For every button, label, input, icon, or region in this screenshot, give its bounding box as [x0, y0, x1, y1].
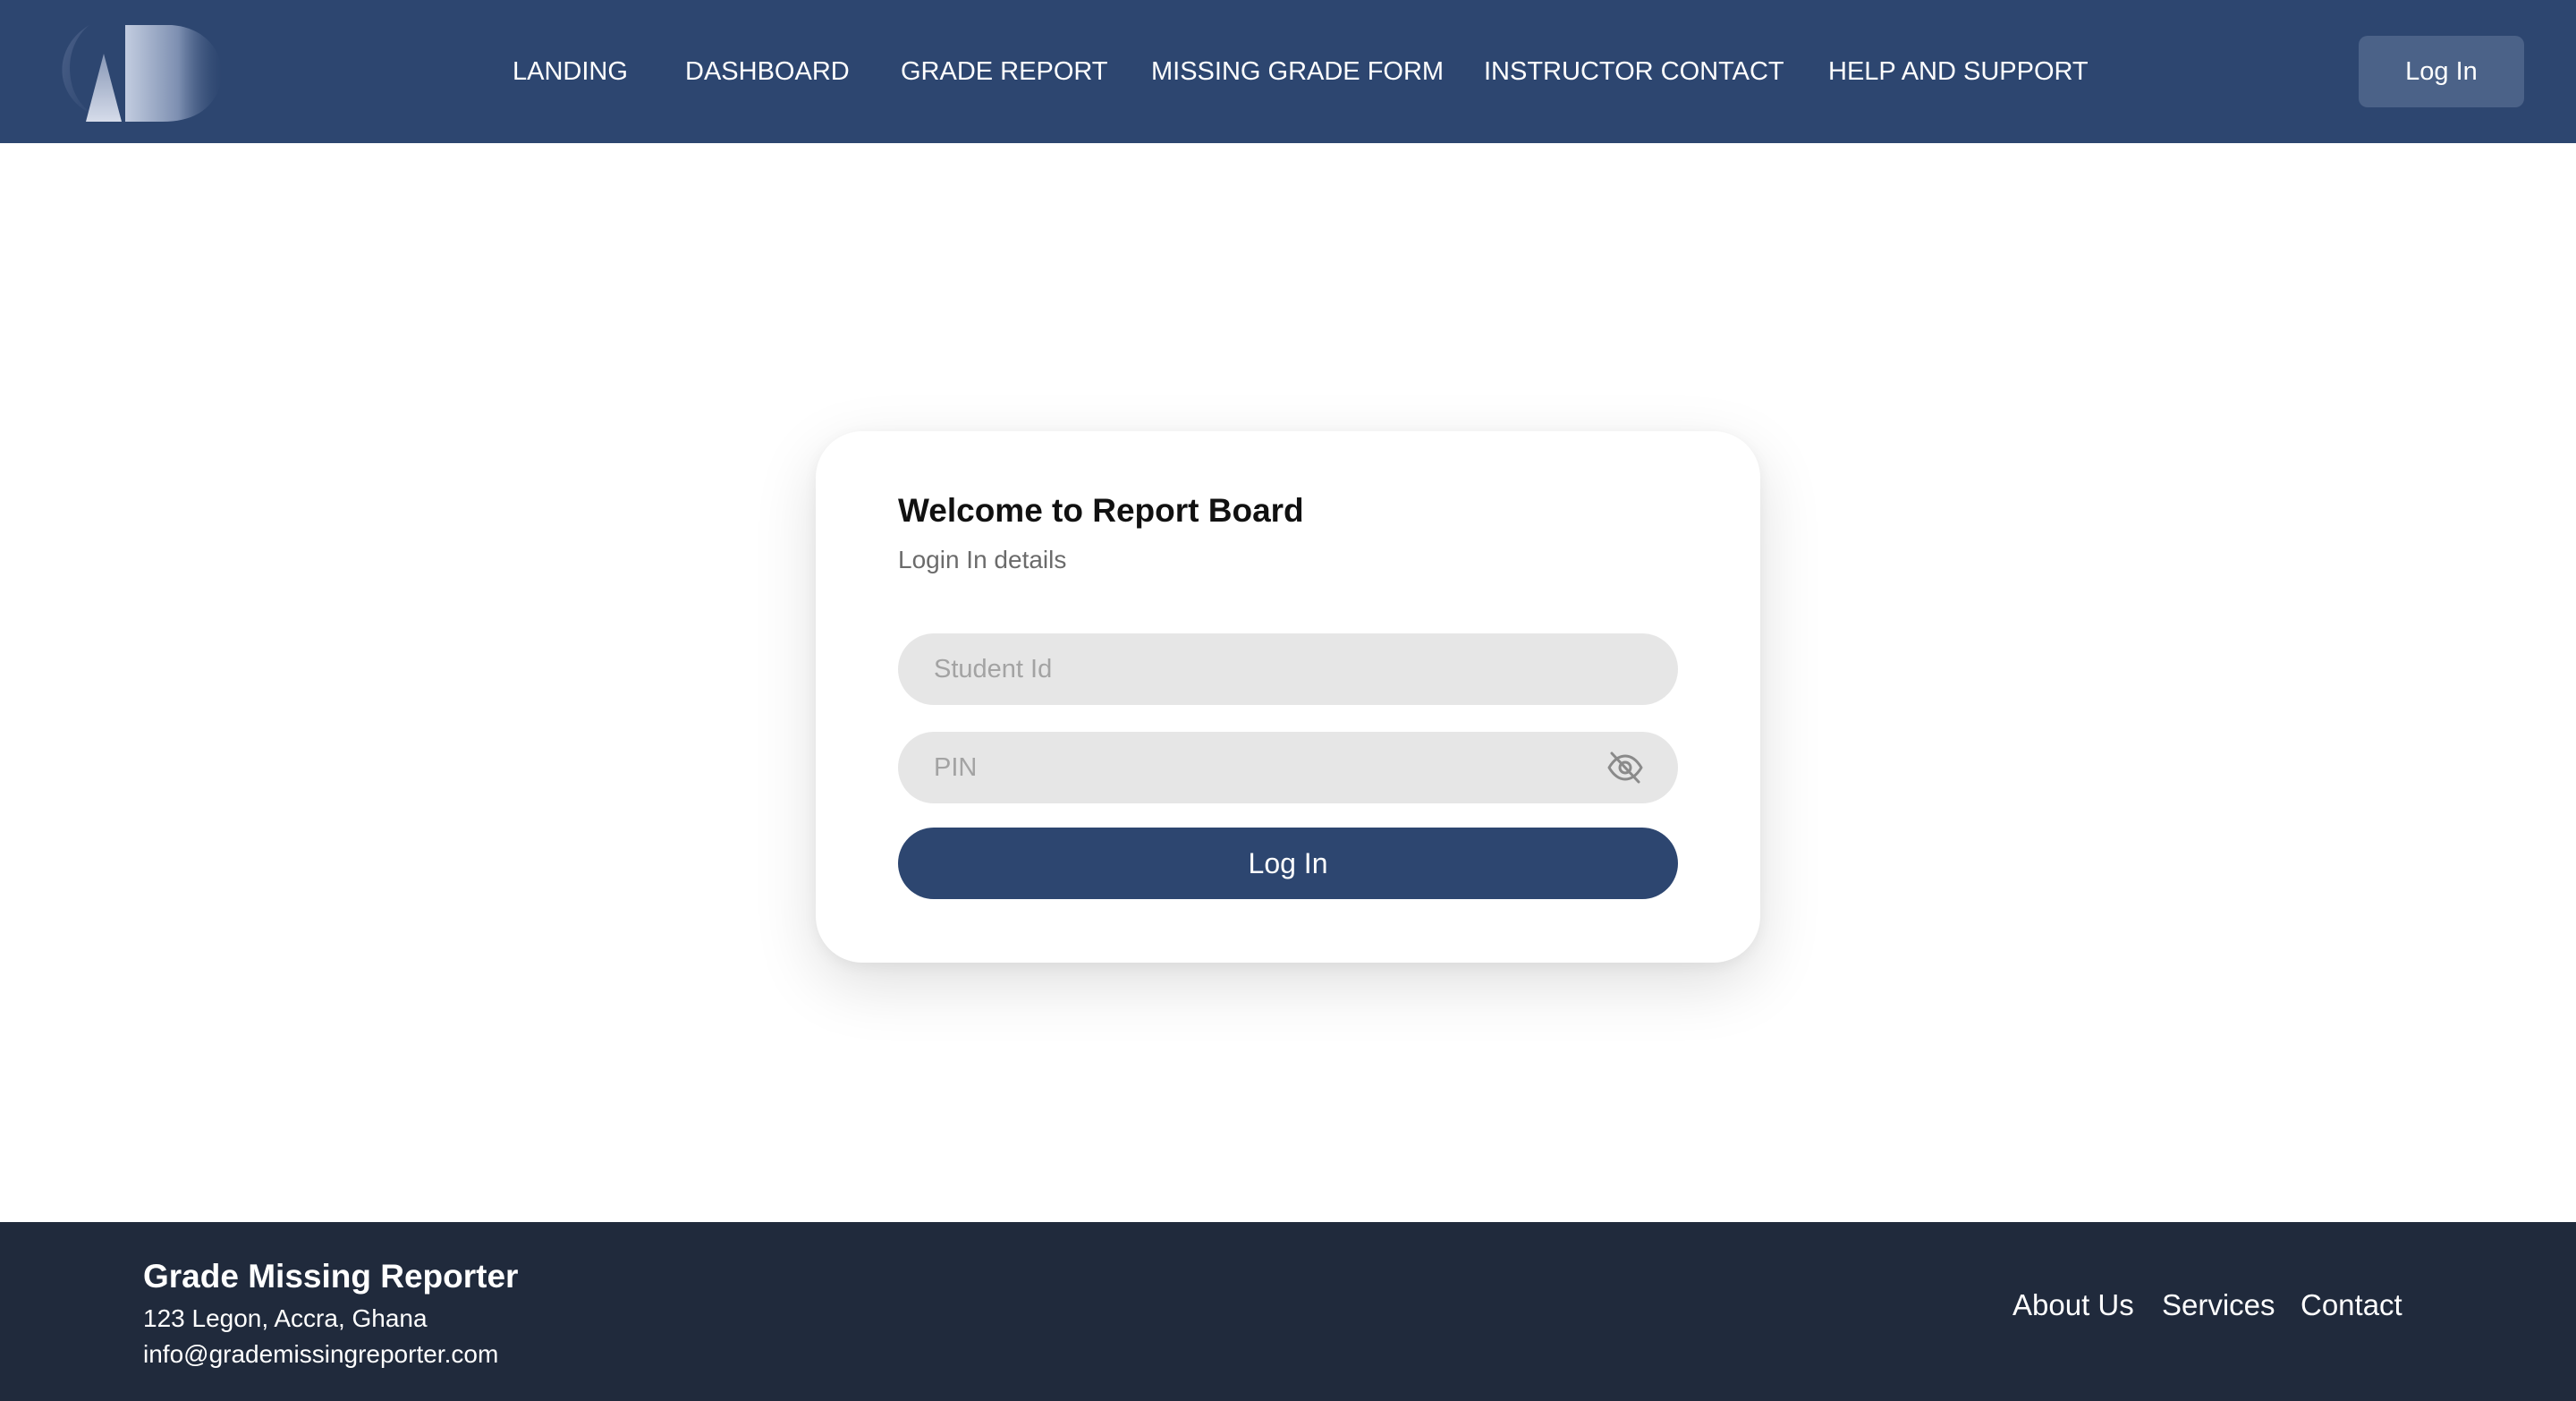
eye-slash-icon[interactable] — [1606, 750, 1644, 785]
brand-logo-icon[interactable] — [47, 18, 234, 123]
login-card-title: Welcome to Report Board — [898, 492, 1304, 529]
nav-landing[interactable]: LANDING — [513, 55, 628, 88]
pin-field-container — [898, 732, 1678, 803]
footer-email: info@grademissingreporter.com — [143, 1340, 499, 1368]
footer-address: 123 Legon, Accra, Ghana — [143, 1304, 428, 1332]
pin-input[interactable] — [898, 732, 1678, 803]
student-id-field-container — [898, 633, 1678, 705]
nav-missing-grade-form[interactable]: MISSING GRADE FORM — [1151, 55, 1444, 88]
nav-grade-report[interactable]: GRADE REPORT — [901, 55, 1108, 88]
header-login-button[interactable]: Log In — [2359, 36, 2524, 107]
student-id-input[interactable] — [898, 633, 1678, 705]
login-card-subtitle: Login In details — [898, 546, 1067, 573]
footer-link-contact[interactable]: Contact — [2301, 1288, 2402, 1322]
login-submit-button[interactable]: Log In — [898, 828, 1678, 899]
footer-link-about-us[interactable]: About Us — [2012, 1288, 2134, 1322]
footer-brand-name: Grade Missing Reporter — [143, 1258, 519, 1295]
site-footer: Grade Missing Reporter 123 Legon, Accra,… — [0, 1222, 2576, 1401]
top-navigation-bar: LANDING DASHBOARD GRADE REPORT MISSING G… — [0, 0, 2576, 143]
nav-instructor-contact[interactable]: INSTRUCTOR CONTACT — [1484, 55, 1784, 88]
nav-help-and-support[interactable]: HELP AND SUPPORT — [1828, 55, 2089, 88]
footer-link-services[interactable]: Services — [2162, 1288, 2275, 1322]
login-card: Welcome to Report Board Login In details… — [816, 431, 1760, 963]
nav-dashboard[interactable]: DASHBOARD — [685, 55, 850, 88]
